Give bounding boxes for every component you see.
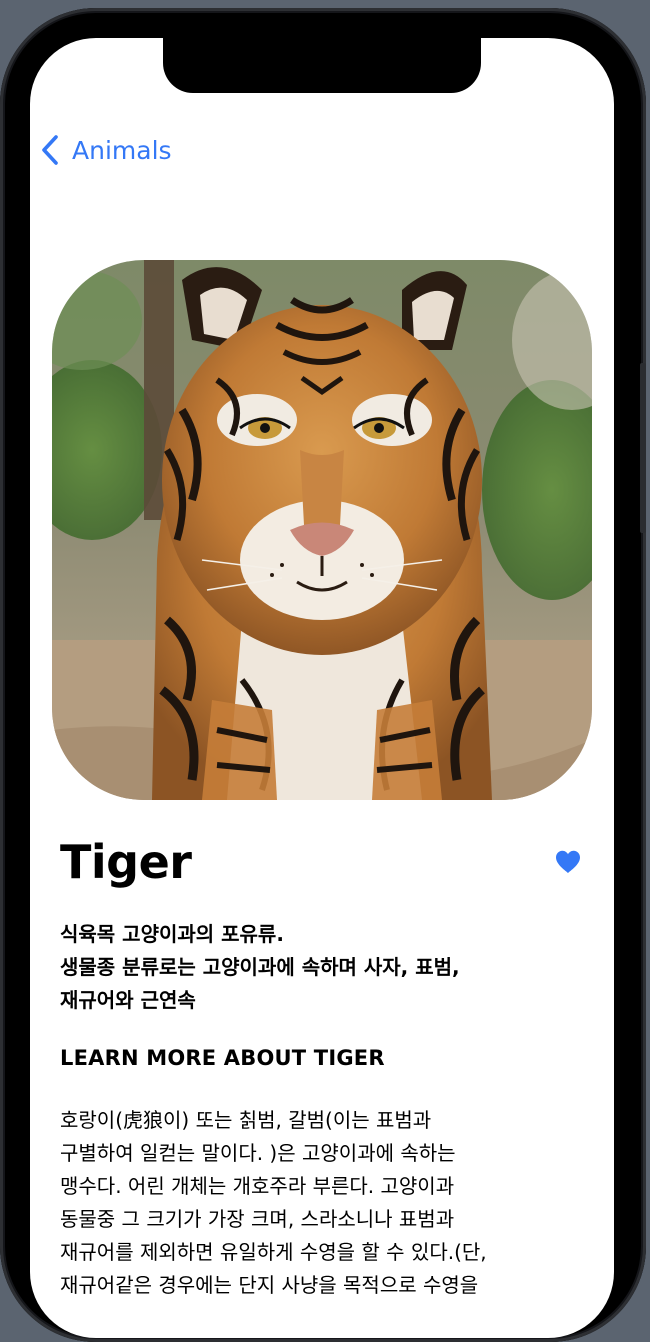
chevron-left-icon [40, 134, 60, 166]
description-line: 재규어를 제외하면 유일하게 수영을 할 수 있다.(단, [60, 1240, 487, 1264]
summary-text: 식육목 고양이과의 포유류. 생물종 분류로는 고양이과에 속하며 사자, 표범… [60, 918, 584, 1017]
back-button[interactable]: Animals [40, 130, 172, 170]
description-line: 동물중 그 크기가 가장 크며, 스라소니나 표범과 [60, 1207, 455, 1231]
page-title: Tiger [60, 835, 192, 889]
description-line: 맹수다. 어린 개체는 개호주라 부른다. 고양이과 [60, 1174, 455, 1198]
title-row: Tiger [60, 830, 584, 894]
description-line: 구별하여 일컫는 말이다. )은 고양이과에 속하는 [60, 1141, 456, 1165]
phone-frame: Animals Tiger 식육목 고양이과의 포유류. 생물종 분류로는 고양… [0, 8, 646, 1342]
heart-icon [556, 850, 580, 873]
favorite-button[interactable] [554, 848, 582, 876]
back-button-label: Animals [72, 135, 172, 165]
description-line: 재규어같은 경우에는 단지 사냥을 목적으로 수영을 [60, 1273, 479, 1297]
learn-more-heading: LEARN MORE ABOUT TIGER [60, 1046, 385, 1070]
tiger-image [52, 260, 592, 800]
side-button [640, 363, 646, 533]
description-line: 호랑이(虎狼이) 또는 칡범, 갈범(이는 표범과 [60, 1108, 432, 1132]
summary-line: 생물종 분류로는 고양이과에 속하며 사자, 표범, [60, 955, 460, 979]
screen: Animals Tiger 식육목 고양이과의 포유류. 생물종 분류로는 고양… [30, 38, 614, 1338]
description-text: 호랑이(虎狼이) 또는 칡범, 갈범(이는 표범과 구별하여 일컫는 말이다. … [60, 1104, 584, 1302]
summary-line: 재규어와 근연속 [60, 988, 196, 1012]
summary-line: 식육목 고양이과의 포유류. [60, 922, 284, 946]
notch [163, 38, 481, 93]
